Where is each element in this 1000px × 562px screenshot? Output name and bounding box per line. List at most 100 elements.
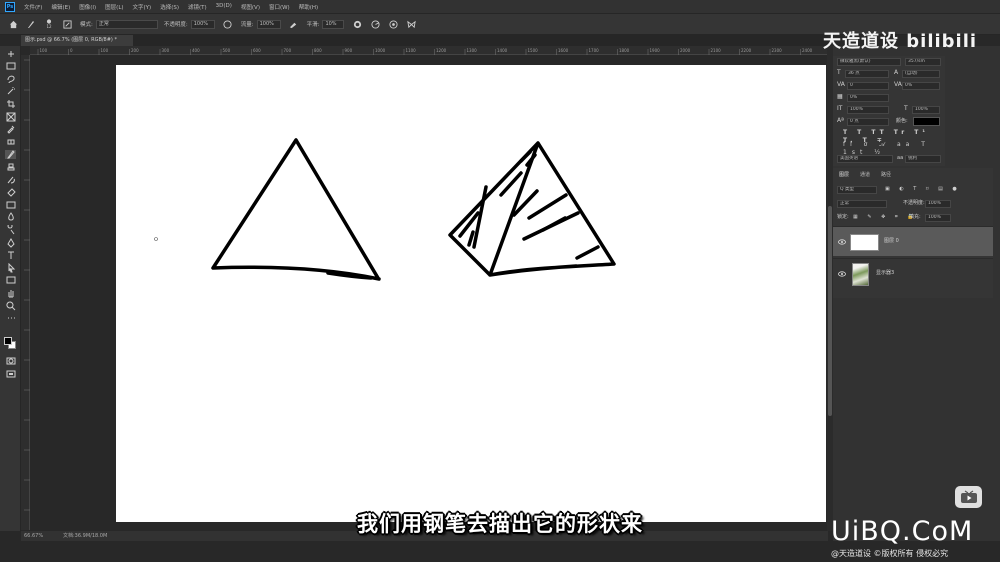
brush-cursor [154,237,158,241]
layer-row[interactable]: 显示器3 [833,258,993,288]
history-brush-icon[interactable] [5,175,16,184]
menu-item[interactable]: 选择(S) [160,3,179,11]
text-color-swatch[interactable] [913,117,940,126]
clone-stamp-icon[interactable] [5,162,16,171]
menu-item[interactable]: 3D(D) [216,3,232,11]
home-icon[interactable] [8,19,18,29]
blend-mode-select[interactable]: 正常 [837,200,887,208]
vertical-scroll-thumb[interactable] [828,206,832,416]
site-watermark: UiBQ.CoM [831,516,974,547]
layer-name[interactable]: 图层 0 [884,237,899,244]
tab-paths[interactable]: 路径 [881,171,891,178]
layer-name[interactable]: 显示器3 [876,269,894,276]
language-select[interactable]: 美国英语 [837,155,893,163]
move-tool-icon[interactable] [5,49,16,58]
smoothing-settings-gear-icon[interactable] [352,19,362,29]
visibility-eye-icon[interactable] [838,238,846,246]
screen-mode-icon[interactable] [5,369,16,378]
baseline-shift-field[interactable]: 0 点 [847,118,889,126]
tab-layers[interactable]: 图层 [839,171,849,178]
crop-tool-icon[interactable] [5,99,16,108]
horizontal-scale-field[interactable]: 100% [912,106,940,114]
layer-filter-select[interactable]: Q 类型 [837,186,877,194]
anti-alias-select[interactable]: 锐利 [905,155,941,163]
ruler-tick-label: 500 [223,48,231,53]
path-selection-icon[interactable] [5,262,16,273]
vertical-scale-field[interactable]: 100% [847,106,889,114]
quick-mask-icon[interactable] [5,356,16,365]
menu-item[interactable]: 视图(V) [241,3,260,11]
menu-item[interactable]: 编辑(E) [51,3,70,11]
lock-label: 锁定: [837,214,849,220]
ruler-tick-label: 1800 [619,48,630,53]
tracking-field[interactable]: 0% [902,82,940,90]
flow-field[interactable]: 100% [256,19,281,29]
lock-icons[interactable]: ▦ ✎ ✥ ⌗ 🔒 [853,213,918,221]
document-tab[interactable]: 图示.psd @ 66.7% (图层 0, RGB/8#) * [21,35,133,46]
symmetry-butterfly-icon[interactable] [406,19,416,29]
menu-item[interactable]: 图层(L) [105,3,123,11]
frame-tool-icon[interactable] [5,112,16,121]
dodge-tool-icon[interactable] [5,224,16,235]
brush-panel-icon[interactable] [62,19,72,29]
pressure-opacity-icon[interactable] [223,19,233,29]
brush-size-value: 12 [46,24,52,29]
layer-opacity-label: 不透明度: [903,200,925,206]
document-tab-bar: 图示.psd @ 66.7% (图层 0, RGB/8#) * [21,35,828,46]
foreground-color-swatch[interactable] [4,337,12,345]
rectangle-tool-icon[interactable] [5,276,16,285]
menu-item[interactable]: 滤镜(T) [188,3,207,11]
hand-tool-icon[interactable] [5,288,16,298]
blur-tool-icon[interactable] [5,212,16,222]
gradient-tool-icon[interactable] [5,200,16,209]
pen-tool-icon[interactable] [5,237,16,248]
smoothing-label: 平滑: [306,22,320,28]
leading-field[interactable]: (自动) [902,70,940,78]
video-player-icon[interactable] [955,486,982,508]
marquee-tool-icon[interactable] [5,62,16,71]
flow-label: 流量: [240,22,254,28]
font-size-icon: T [837,69,841,76]
eraser-icon[interactable] [5,188,16,197]
menu-item[interactable]: 窗口(W) [269,3,290,11]
lasso-tool-icon[interactable] [5,74,16,83]
more-tools-icon[interactable] [5,314,16,323]
brush-angle-icon[interactable] [370,19,380,29]
eyedropper-icon[interactable] [5,125,16,134]
type-tool-icon[interactable] [5,251,16,260]
layer-row-selected[interactable]: 图层 0 [833,226,993,256]
pressure-size-icon[interactable] [388,19,398,29]
smoothing-field[interactable]: 10% [322,19,345,29]
layer-filter-icons[interactable]: ▣ ◐ T ⌑ ▤ ● [885,185,961,193]
fill-field[interactable]: 100% [925,214,951,222]
ruler-tick-label: 2400 [802,48,813,53]
menu-items: 文件(F) 编辑(E) 图像(I) 图层(L) 文字(Y) 选择(S) 滤镜(T) 3D(D)… [15,3,318,11]
font-style-select[interactable]: 357/sm [905,58,941,66]
ruler-tick-label: 1400 [497,48,508,53]
magic-wand-icon[interactable] [5,87,16,96]
layer-opacity-field[interactable]: 100% [925,200,951,208]
tab-channels[interactable]: 通道 [860,171,870,178]
kerning-field[interactable]: 0 [847,82,889,90]
mode-select[interactable]: 正常 [95,19,158,29]
opacity-field[interactable]: 100% [190,19,215,29]
brush-tool-preset-icon[interactable] [26,19,36,29]
menu-item[interactable]: 图像(I) [79,3,96,11]
color-label: 颜色: [896,118,908,124]
visibility-eye-icon[interactable] [838,270,846,278]
healing-brush-icon[interactable] [5,137,16,146]
zoom-tool-icon[interactable] [5,301,16,310]
document-canvas[interactable] [116,65,826,522]
airbrush-icon[interactable] [289,19,299,29]
brush-tool-icon[interactable] [5,149,16,159]
font-size-field[interactable]: 36 点 [845,70,889,78]
font-family-select[interactable]: 微软雅黑(默认) [837,58,901,66]
menu-item[interactable]: 文件(F) [24,3,42,11]
mode-label: 模式: [80,22,93,28]
vertical-ruler[interactable] [21,55,30,530]
brush-size-picker[interactable]: 12 [44,19,54,29]
menu-item[interactable]: 帮助(H) [299,3,318,11]
horizontal-ruler[interactable]: 100 0 100 200 300 400 500 600 700 800 900 1000 1100 1… [30,46,843,55]
menu-item[interactable]: 文字(Y) [133,3,152,11]
tsume-field[interactable]: 0% [847,94,889,102]
